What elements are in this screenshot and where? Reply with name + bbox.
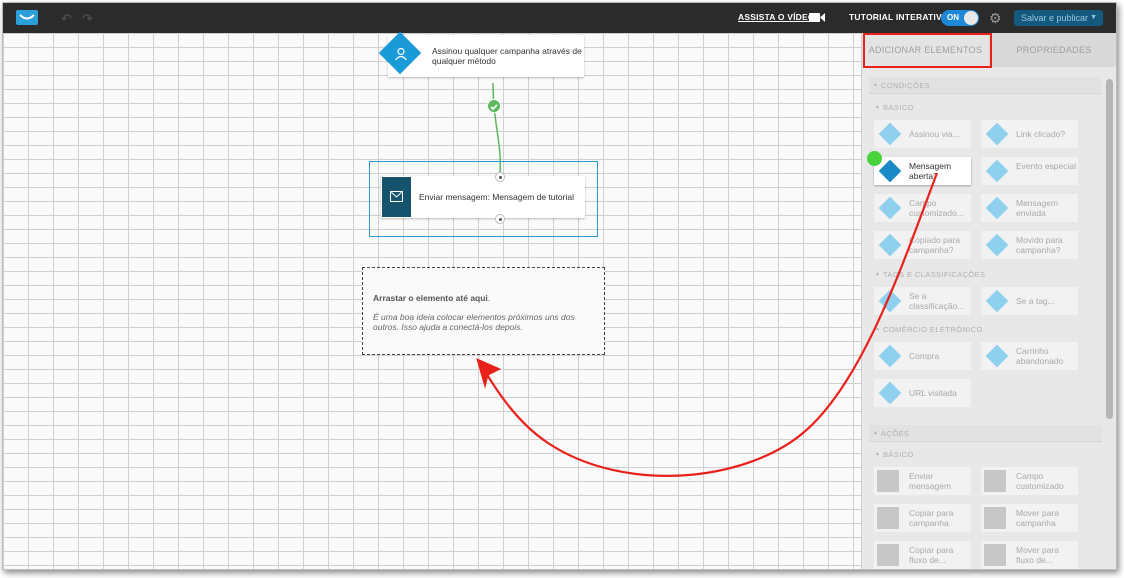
wallet-icon <box>879 345 901 367</box>
move-workflow-icon <box>984 544 1006 566</box>
tag-icon <box>986 290 1008 312</box>
tab-properties[interactable]: PROPRIEDADES <box>989 33 1116 67</box>
item-label: Se a classificação... <box>909 291 965 311</box>
drop-zone-tip: É uma boa ideia colocar elementos próxim… <box>373 312 575 332</box>
action-node[interactable]: Enviar mensagem: Mensagem de tutorial <box>381 176 585 218</box>
item-move-to-campaign[interactable]: Mover para campanha <box>981 504 1078 532</box>
user-edit-icon <box>879 197 901 219</box>
drop-zone-title: Arrastar o elemento até aqui. <box>373 293 490 303</box>
item-label: Campo customizado... <box>909 198 964 218</box>
move-icon <box>986 234 1008 256</box>
tutorial-pointer-dot <box>867 151 882 166</box>
item-label: Copiado para campanha? <box>909 235 961 255</box>
copy-icon <box>879 234 901 256</box>
envelope-icon <box>877 470 899 492</box>
cake-icon <box>986 160 1008 182</box>
tutorial-label: TUTORIAL INTERATIVO <box>849 12 949 22</box>
item-label: Enviar mensagem <box>909 471 952 491</box>
tutorial-toggle[interactable]: ON <box>941 10 979 26</box>
item-url-visited[interactable]: URL visitada <box>874 379 971 407</box>
move-icon <box>984 507 1006 529</box>
top-bar: ↶ ↷ ASSISTA O VÍDEO TUTORIAL INTERATIVO … <box>3 3 1116 33</box>
item-label: Se a tag... <box>1016 296 1055 306</box>
item-action-custom-field[interactable]: Campo customizado <box>981 467 1078 495</box>
item-copied-to-campaign[interactable]: Copiado para campanha? <box>874 231 971 259</box>
item-label: Link clicado? <box>1016 129 1066 139</box>
caret-down-icon: ▼ <box>1090 14 1097 21</box>
trigger-node-label: Assinou qualquer campanha através de qua… <box>432 46 582 66</box>
star-icon <box>879 290 901 312</box>
link-icon <box>879 382 901 404</box>
basket-icon <box>986 345 1008 367</box>
subsection-actions-basic[interactable]: BÁSICO <box>875 450 914 459</box>
section-conditions[interactable]: CONDIÇÕES <box>869 77 1102 94</box>
subsection-basic[interactable]: BÁSICO <box>875 103 914 112</box>
item-label: Mover para fluxo de... <box>1016 545 1059 565</box>
subsection-tags[interactable]: TAGS E CLASSIFICAÇÕES <box>875 270 985 279</box>
user-edit-icon <box>984 470 1006 492</box>
save-publish-label: Salvar e publicar <box>1021 13 1089 23</box>
item-abandoned-cart[interactable]: Carrinho abandonado <box>981 342 1078 370</box>
item-copy-to-campaign[interactable]: Copiar para campanha <box>874 504 971 532</box>
panel-scrollbar[interactable] <box>1106 79 1113 419</box>
item-label: URL visitada <box>909 388 957 398</box>
app-window: ↶ ↷ ASSISTA O VÍDEO TUTORIAL INTERATIVO … <box>2 2 1117 570</box>
item-label: Copiar para campanha <box>909 508 954 528</box>
drop-zone-title-text: Arrastar o elemento até aqui <box>373 293 488 303</box>
user-icon <box>395 47 407 61</box>
undo-icon[interactable]: ↶ <box>61 11 72 27</box>
item-if-score[interactable]: Se a classificação... <box>874 287 971 315</box>
item-label: Copiar para fluxo de... <box>909 545 954 565</box>
subsection-ecommerce[interactable]: COMÉRCIO ELETRÔNICO <box>875 325 983 334</box>
watch-video-link[interactable]: ASSISTA O VÍDEO <box>738 12 815 22</box>
output-port[interactable] <box>495 214 505 224</box>
save-publish-button[interactable]: Salvar e publicar ▼ <box>1014 10 1103 26</box>
item-label: Mover para campanha <box>1016 508 1059 528</box>
item-label: Mensagem enviada <box>1016 198 1059 218</box>
video-camera-icon[interactable] <box>809 12 825 23</box>
item-move-to-workflow[interactable]: Mover para fluxo de... <box>981 541 1078 569</box>
item-label: Campo customizado <box>1016 471 1064 491</box>
item-label: Evento especial <box>1016 161 1077 171</box>
drop-zone[interactable]: Arrastar o elemento até aqui. É uma boa … <box>362 267 605 355</box>
copy-icon <box>877 507 899 529</box>
send-envelope-icon <box>986 197 1008 219</box>
toggle-state: ON <box>947 13 959 22</box>
toggle-knob <box>964 11 978 25</box>
input-port[interactable] <box>495 172 505 182</box>
link-icon <box>986 123 1008 145</box>
item-copy-to-workflow[interactable]: Copiar para fluxo de... <box>874 541 971 569</box>
copy-workflow-icon <box>877 544 899 566</box>
section-actions[interactable]: AÇÕES <box>869 425 1102 442</box>
item-label: Movido para campanha? <box>1016 235 1063 255</box>
item-label: Carrinho abandonado <box>1016 346 1064 366</box>
tutorial-highlight-box <box>863 33 992 68</box>
item-subscribed-via[interactable]: Assinou via... <box>874 120 971 148</box>
item-label: Compra <box>909 351 940 361</box>
item-label: Assinou via... <box>909 129 960 139</box>
item-if-tag[interactable]: Se a tag... <box>981 287 1078 315</box>
item-link-clicked[interactable]: Link clicado? <box>981 120 1078 148</box>
user-icon <box>879 123 901 145</box>
item-custom-field[interactable]: Campo customizado... <box>874 194 971 222</box>
check-icon <box>487 99 501 113</box>
envelope-icon <box>879 160 901 182</box>
envelope-icon <box>390 191 403 202</box>
item-message-opened[interactable]: Mensagem aberta? <box>874 157 971 185</box>
drop-zone-title-suffix: . <box>487 293 491 303</box>
action-node-label: Enviar mensagem: Mensagem de tutorial <box>419 192 574 202</box>
item-purchase[interactable]: Compra <box>874 342 971 370</box>
item-message-sent[interactable]: Mensagem enviada <box>981 194 1078 222</box>
redo-icon[interactable]: ↷ <box>82 11 93 27</box>
item-label: Mensagem aberta? <box>909 161 952 181</box>
gear-icon[interactable]: ⚙ <box>989 10 1002 27</box>
elements-panel: ADICIONAR ELEMENTOS PROPRIEDADES CONDIÇÕ… <box>861 33 1116 569</box>
item-send-message[interactable]: Enviar mensagem <box>874 467 971 495</box>
logo-icon[interactable] <box>16 10 38 25</box>
item-special-event[interactable]: Evento especial <box>981 157 1078 185</box>
action-node-icon-bg <box>382 177 411 217</box>
item-moved-to-campaign[interactable]: Movido para campanha? <box>981 231 1078 259</box>
